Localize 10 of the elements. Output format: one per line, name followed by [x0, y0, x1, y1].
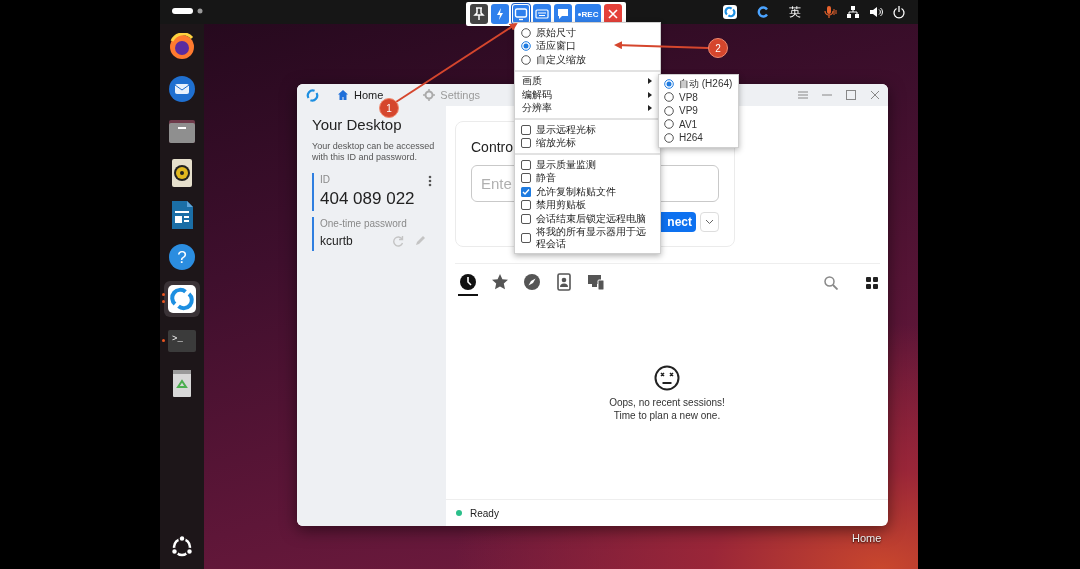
empty-state-title: Oops, no recent sessions! [609, 395, 725, 409]
card-title: Contro [471, 138, 514, 156]
empty-state-subtitle: Time to plan a new one. [612, 408, 722, 422]
status-text: Ready [470, 507, 499, 519]
id-value: 404 089 022 [320, 188, 416, 210]
password-value: kcurtb [320, 233, 354, 250]
id-label: ID [320, 173, 330, 187]
description-text: Your desktop can be accessed with this ID and password. [312, 141, 436, 163]
section-title: Your Desktop [312, 116, 402, 133]
password-label: One-time password [320, 217, 407, 231]
